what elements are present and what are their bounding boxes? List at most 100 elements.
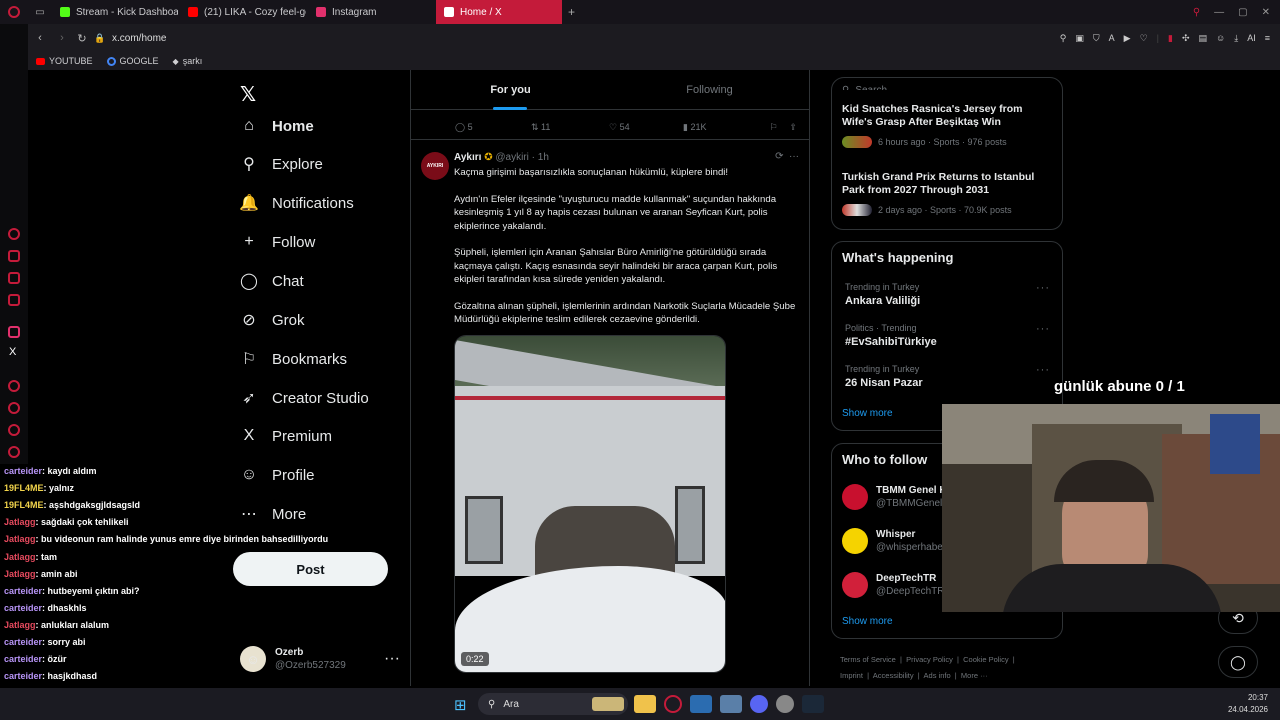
show-more-link[interactable]: Show more xyxy=(842,616,893,627)
views-button[interactable]: ▮ 21K xyxy=(683,122,753,133)
trend-more-icon[interactable]: ··· xyxy=(1036,282,1050,294)
play-icon[interactable]: ▶ xyxy=(1124,33,1131,44)
nav-item-label: Creator Studio xyxy=(272,389,369,407)
footer-link[interactable]: Privacy Policy xyxy=(906,655,953,664)
sidebar-app-icon[interactable] xyxy=(8,250,20,262)
maximize-icon[interactable]: ▢ xyxy=(1238,7,1247,18)
puzzle-icon[interactable]: ✣ xyxy=(1182,33,1190,44)
sidebar-app-icon[interactable] xyxy=(8,380,20,392)
sidebar-app-icon[interactable] xyxy=(8,424,20,436)
browser-tab[interactable]: Instagram xyxy=(308,0,434,24)
profile-icon[interactable]: ☺ xyxy=(1216,33,1225,43)
post-avatar[interactable]: AYKIRI xyxy=(421,152,449,180)
browser-tab[interactable]: (21) LIKA - Cozy feel-goo xyxy=(180,0,306,24)
shield-icon[interactable]: ⛉ xyxy=(1093,33,1100,44)
trend-item[interactable]: Politics · Trending #EvSahibiTürkiye xyxy=(845,323,937,348)
footer-link[interactable]: Ads info xyxy=(924,671,951,680)
new-tab-icon[interactable]: + xyxy=(562,5,575,19)
nav-item-home[interactable]: ⌂ Home xyxy=(240,117,314,135)
share-button[interactable]: ⇪ xyxy=(789,122,797,133)
post-more-icon[interactable]: ⟳ ··· xyxy=(775,151,799,162)
account-switcher[interactable]: ☺ Ozerb @Ozerb527329 ··· xyxy=(240,644,400,674)
taskbar: ⊞ ⚲ Ara 20:37 24.04.2026 xyxy=(0,688,1280,720)
browser-tab[interactable]: Stream - Kick Dashboard xyxy=(52,0,178,24)
post-handle[interactable]: @aykiri xyxy=(495,152,529,163)
download-icon[interactable]: ⤓ xyxy=(1234,33,1238,44)
pin-icon[interactable]: ⚲ xyxy=(1060,33,1067,44)
app-icon[interactable] xyxy=(720,695,742,713)
reload-icon[interactable]: ↻ xyxy=(72,32,92,45)
instagram-icon[interactable] xyxy=(8,326,20,338)
post-author[interactable]: Aykırı xyxy=(454,152,481,163)
tab-overview-icon[interactable]: ▭ xyxy=(28,7,52,18)
minimize-icon[interactable]: — xyxy=(1214,7,1224,18)
bookmark-google[interactable]: GOOGLE xyxy=(106,56,159,66)
footer-link[interactable]: More ··· xyxy=(961,671,988,680)
browser-tab[interactable]: Home / X xyxy=(436,0,562,24)
wallet-icon[interactable]: ▤ xyxy=(1199,33,1208,44)
nav-item-chat[interactable]: ◯ Chat xyxy=(240,272,304,291)
like-button[interactable]: ♡ 54 xyxy=(609,122,683,133)
menu-icon[interactable]: ≡ xyxy=(1265,33,1270,43)
nav-item-premium[interactable]: X Premium xyxy=(240,427,332,445)
opera-logo-icon[interactable] xyxy=(0,6,28,18)
nav-item-grok[interactable]: ⊘ Grok xyxy=(240,311,304,330)
sidebar-app-icon[interactable] xyxy=(8,294,20,306)
x-sidebar-icon[interactable]: X xyxy=(9,346,16,358)
monitor-app-icon[interactable] xyxy=(690,695,712,713)
chat-message: carteider: dhaskhls xyxy=(4,603,87,613)
more-icon[interactable]: ··· xyxy=(384,650,400,668)
trend-more-icon[interactable]: ··· xyxy=(1036,323,1050,335)
trend-more-icon[interactable]: ··· xyxy=(1036,364,1050,376)
url-field[interactable]: x.com/home xyxy=(112,33,166,44)
footer-link[interactable]: Imprint xyxy=(840,671,863,680)
search-tabs-icon[interactable]: ⚲ xyxy=(1193,7,1200,18)
discord-icon[interactable] xyxy=(750,695,768,713)
translate-icon[interactable]: A xyxy=(1109,33,1115,43)
chat-float-icon[interactable]: ◯ xyxy=(1218,646,1258,678)
opera-icon[interactable] xyxy=(664,695,682,713)
sidebar-app-icon[interactable] xyxy=(8,272,20,284)
back-icon[interactable]: ‹ xyxy=(28,32,52,44)
nav-item-creator-studio[interactable]: ➶ Creator Studio xyxy=(240,389,369,408)
app-icon[interactable] xyxy=(776,695,794,713)
taskbar-search[interactable]: ⚲ Ara xyxy=(478,693,628,715)
extension-icon[interactable]: ▮ xyxy=(1168,33,1173,44)
repost-button[interactable]: ⇅ 11 xyxy=(531,122,609,133)
news-title[interactable]: Kid Snatches Rasnica's Jersey from Wife'… xyxy=(842,103,1052,129)
x-logo-icon[interactable]: 𝕏 xyxy=(240,82,256,107)
nav-item-follow[interactable]: + Follow xyxy=(240,233,315,251)
snapshot-icon[interactable]: ▣ xyxy=(1075,33,1084,44)
file-explorer-icon[interactable] xyxy=(634,695,656,713)
chat-text: : özür xyxy=(42,654,67,665)
post-video[interactable]: 0:22 xyxy=(454,335,726,673)
reply-button[interactable]: ◯ 5 xyxy=(455,122,531,133)
bookmark-button[interactable]: ⚐ xyxy=(769,122,777,133)
windows-start-icon[interactable]: ⊞ xyxy=(454,696,467,714)
footer-link[interactable]: Accessibility xyxy=(873,671,914,680)
nav-item-label: Chat xyxy=(272,272,304,290)
sidebar-app-icon[interactable] xyxy=(8,228,20,240)
taskbar-clock[interactable]: 20:37 24.04.2026 xyxy=(1228,692,1268,716)
who-to-follow-title: Who to follow xyxy=(842,452,928,467)
post-time[interactable]: 1h xyxy=(538,152,549,163)
heart-icon[interactable]: ♡ xyxy=(1140,33,1148,44)
footer-link[interactable]: Terms of Service xyxy=(840,655,896,664)
bookmark-youtube[interactable]: YOUTUBE xyxy=(36,56,93,66)
tab-following[interactable]: Following xyxy=(610,84,809,96)
nav-item-explore[interactable]: ⚲ Explore xyxy=(240,155,323,174)
nav-item-notifications[interactable]: 🔔 Notifications xyxy=(239,194,354,213)
trend-item[interactable]: Trending in Turkey Ankara Valiliği xyxy=(845,282,920,307)
nav-item-bookmarks[interactable]: ⚐ Bookmarks xyxy=(240,350,347,369)
history-icon[interactable] xyxy=(8,402,20,414)
close-window-icon[interactable]: ✕ xyxy=(1262,7,1270,18)
show-more-link[interactable]: Show more xyxy=(842,408,893,419)
bookmark-sarki[interactable]: ◆ şarkı xyxy=(173,56,203,66)
steam-icon[interactable] xyxy=(802,695,824,713)
forward-icon[interactable]: › xyxy=(52,32,72,44)
footer-link[interactable]: Cookie Policy xyxy=(963,655,1008,664)
news-title[interactable]: Turkish Grand Prix Returns to Istanbul P… xyxy=(842,171,1057,197)
trend-item[interactable]: Trending in Turkey 26 Nisan Pazar xyxy=(845,364,923,389)
ai-button[interactable]: AI xyxy=(1247,33,1256,43)
tab-for-you[interactable]: For you xyxy=(411,70,610,110)
